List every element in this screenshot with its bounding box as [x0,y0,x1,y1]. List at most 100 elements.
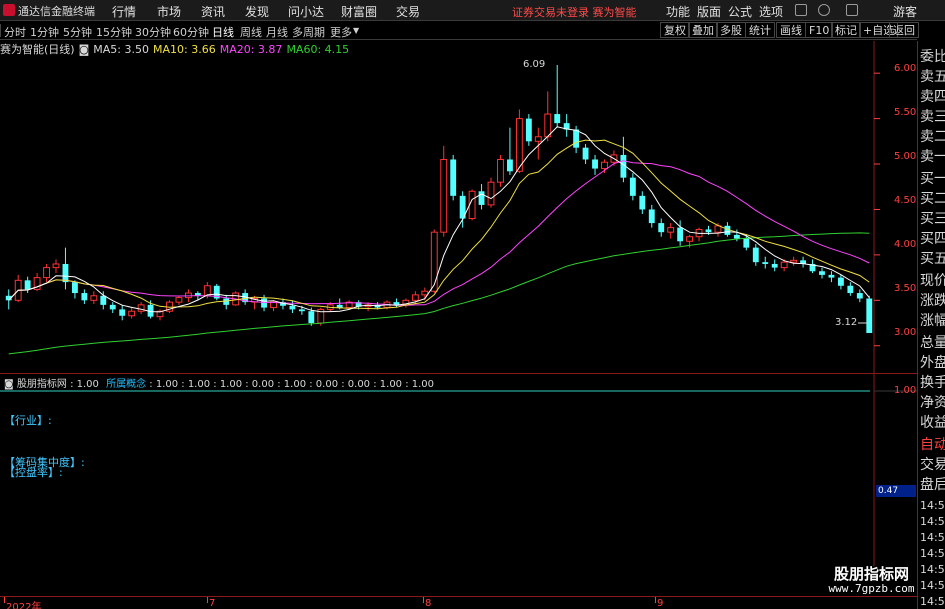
user-icon[interactable] [818,4,830,16]
candle-body [819,271,825,275]
candle-body [582,147,589,160]
period-60min[interactable]: 60分钟 [173,24,209,40]
indicator-header: ◙ 股朋指标网 : 1.00 所属概念 : 1.00 : 1.00 : 1.00… [0,373,917,390]
y-tick-label: 4.50 [894,195,917,206]
candle-body [629,177,636,196]
x-tick-label: 8 [425,598,432,609]
quote-label[interactable]: 收益 [920,412,945,432]
chevron-down-icon[interactable]: ▼ [353,26,359,35]
quote-label[interactable]: 总量 [920,332,945,352]
quote-panel: 委比 卖五 卖四 卖三 卖二 卖一 买一 买二 买三 买四 买五 现价 涨跌 涨… [917,41,945,609]
trade-time: 14:56 [920,595,945,608]
period-multi[interactable]: 多周期 [292,24,325,40]
quote-label[interactable]: 卖二 [920,126,945,146]
candle-body [128,310,136,317]
period-month[interactable]: 月线 [266,24,288,40]
quote-label[interactable]: 卖四 [920,86,945,106]
quote-label[interactable]: 现价 [920,270,945,290]
quote-label[interactable]: 外盘 [920,352,945,372]
industry-label: 【行业】: [4,414,52,427]
menu-item-banmian[interactable]: 版面 [697,3,721,20]
divider [0,24,1,37]
y-tick-label: 5.00 [894,151,917,162]
auto-toggle[interactable]: 自动 [920,434,945,454]
candle-body [184,292,192,299]
candle-body [450,159,457,196]
after-hours-tab[interactable]: 盘后 [920,474,945,494]
x-tick [207,597,208,603]
quote-label[interactable]: 买三 [920,208,945,228]
candle-body [62,263,69,283]
candle-body [648,209,655,224]
period-more[interactable]: 更多 [330,24,352,40]
menu-item-caifuquan[interactable]: 财富圈 [341,3,377,20]
period-week[interactable]: 周线 [240,24,262,40]
quote-label[interactable]: 买四 [920,228,945,248]
candle-body [24,280,31,290]
indicator-current-value: 0.47 [876,485,916,497]
monitor-icon[interactable] [795,4,807,16]
menu-item-hangqing[interactable]: 行情 [112,3,136,20]
tongji-button[interactable]: 统计 [745,22,775,38]
menu-item-gongshi[interactable]: 公式 [728,3,752,20]
quote-label[interactable]: 卖一 [920,146,945,166]
quote-label[interactable]: 涨幅 [920,310,945,330]
candle-body [43,267,50,279]
candle-body [81,293,88,301]
period-fenshi[interactable]: 分时 [4,24,26,40]
login-warning[interactable]: 证券交易未登录 赛为智能 [512,4,637,20]
huaxian-button[interactable]: 画线 [776,22,806,38]
period-30min[interactable]: 30分钟 [135,24,171,40]
menu-item-shichang[interactable]: 市场 [157,3,181,20]
gear-icon[interactable]: ◙ [4,379,14,390]
candle-body [752,247,759,263]
quote-label[interactable]: 委比 [920,46,945,66]
candle-body [790,259,798,263]
menu-item-jiaoyi[interactable]: 交易 [396,3,420,20]
ma60-line [8,232,870,355]
candle-body [639,195,646,210]
kline-chart[interactable] [0,41,917,596]
y-tick-label: 4.00 [894,239,917,250]
skin-icon[interactable] [846,4,858,16]
menu-item-gongneng[interactable]: 功能 [666,3,690,20]
settings-icon[interactable]: ◙ [79,43,90,56]
quote-label[interactable]: 买五 [920,248,945,268]
quote-label[interactable]: 买一 [920,168,945,188]
menu-item-zixun[interactable]: 资讯 [201,3,225,20]
candle-body [733,234,740,239]
trade-tab[interactable]: 交易 [920,454,945,474]
period-15min[interactable]: 15分钟 [96,24,132,40]
candle-body [421,290,429,296]
quote-label[interactable]: 换手 [920,372,945,392]
indicator-values: : 1.00 : 1.00 : 1.00 : 0.00 : 1.00 : 0.0… [149,379,435,390]
period-toolbar: 分时 1分钟 5分钟 15分钟 30分钟 60分钟 日线 周线 月线 多周期 更… [0,21,919,40]
menu-item-faxian[interactable]: 发现 [245,3,269,20]
quote-label[interactable]: 涨跌 [920,290,945,310]
duogu-button[interactable]: 多股 [716,22,746,38]
candle-body [686,236,694,242]
indicator-name[interactable]: 股朋指标网 [17,379,67,390]
candle-body [837,277,844,286]
back-button[interactable]: 返回 [889,22,919,38]
guest-link[interactable]: 游客 [893,3,917,20]
candle-body [780,261,788,269]
diejia-button[interactable]: 叠加 [688,22,718,38]
period-day[interactable]: 日线 [212,24,234,40]
menu-item-wenxiaoda[interactable]: 问小达 [288,3,324,20]
period-5min[interactable]: 5分钟 [63,24,92,40]
quote-label[interactable]: 净资 [920,392,945,412]
fuquan-button[interactable]: 复权 [660,22,690,38]
f10-button[interactable]: F10 [805,22,834,38]
biaoji-button[interactable]: 标记 [831,22,861,38]
y-tick-label: 3.00 [894,327,917,338]
period-1min[interactable]: 1分钟 [30,24,59,40]
quote-label[interactable]: 卖五 [920,66,945,86]
candle-body [487,181,495,206]
watermark-url: www.7gpzb.com [828,582,915,595]
quote-label[interactable]: 卖三 [920,106,945,126]
low-label: 3.12 [835,317,858,328]
quote-label[interactable]: 买二 [920,188,945,208]
menu-item-xuanxiang[interactable]: 选项 [759,3,783,20]
candle-body [534,136,542,142]
